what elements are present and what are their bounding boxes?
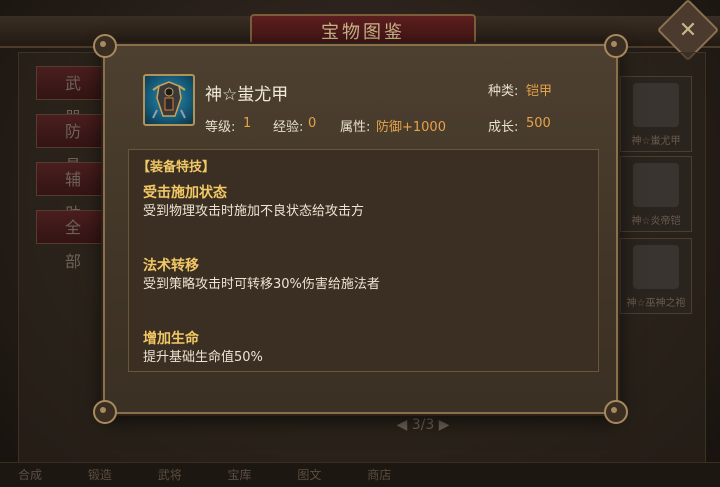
item-card[interactable]: 神☆蚩尤甲 [620,76,692,152]
level-value: 1 [243,116,252,131]
skill-description: 受到物理攻击时施加不良状态给攻击方 [143,204,365,219]
side-tab-all[interactable]: 全部 [36,210,112,271]
side-tab-accessory[interactable]: 辅助 [36,162,112,223]
pager: ◀ 3/3 ▶ [368,414,478,436]
item-name: 神☆蚩尤甲 [205,85,289,105]
bottom-tab[interactable]: 商店 [367,468,391,482]
item-thumbnail [633,83,679,127]
exp-label: 经验: [273,120,304,135]
bottom-tab[interactable]: 宝库 [228,468,252,482]
category-label: 种类: [488,84,519,99]
category-value: 铠甲 [526,84,553,99]
attribute-value: 防御+1000 [376,120,446,135]
page-indicator: 3/3 [411,417,435,433]
armor-icon [143,74,195,126]
skill-name: 增加生命 [143,331,199,347]
side-tab-weapon[interactable]: 武器 [36,66,112,127]
item-detail-modal: 神☆蚩尤甲 种类: 铠甲 等级: 1 经验: 0 属性: 防御+1000 成长:… [93,34,628,424]
exp-value: 0 [308,116,317,131]
prev-page-icon[interactable]: ◀ [397,417,412,433]
item-card-label: 神☆蚩尤甲 [631,136,681,147]
item-card-label: 神☆炎帝铠 [631,216,681,227]
equipment-skills-panel: 【装备特技】 受击施加状态 受到物理攻击时施加不良状态给攻击方 法术转移 受到策… [128,149,599,372]
skills-header: 【装备特技】 [137,160,216,175]
corner-ornament [93,34,117,58]
corner-ornament [604,34,628,58]
bottom-tab[interactable]: 武将 [158,468,182,482]
growth-value: 500 [526,116,551,131]
item-card[interactable]: 神☆巫神之袍 [620,238,692,314]
skill-description: 受到策略攻击时可转移30%伤害给施法者 [143,277,380,292]
bottom-tab[interactable]: 图文 [297,468,321,482]
bottom-tab[interactable]: 锻造 [88,468,112,482]
bottom-tab[interactable]: 合成 [18,468,42,482]
item-thumbnail [633,163,679,207]
growth-label: 成长: [488,120,519,135]
skill-name: 受击施加状态 [143,185,227,201]
item-card[interactable]: 神☆炎帝铠 [620,156,692,232]
item-thumbnail [633,245,679,289]
level-label: 等级: [205,120,236,135]
item-card-label: 神☆巫神之袍 [626,298,686,309]
side-tab-armor[interactable]: 防具 [36,114,112,175]
attribute-label: 属性: [340,120,371,135]
skill-name: 法术转移 [143,258,199,274]
corner-ornament [93,400,117,424]
close-icon: ✕ [678,17,698,43]
bottom-nav: 合成 锻造 武将 宝库 图文 商店 [0,462,720,487]
corner-ornament [604,400,628,424]
next-page-icon[interactable]: ▶ [439,417,450,433]
skill-description: 提升基础生命值50% [143,350,263,365]
